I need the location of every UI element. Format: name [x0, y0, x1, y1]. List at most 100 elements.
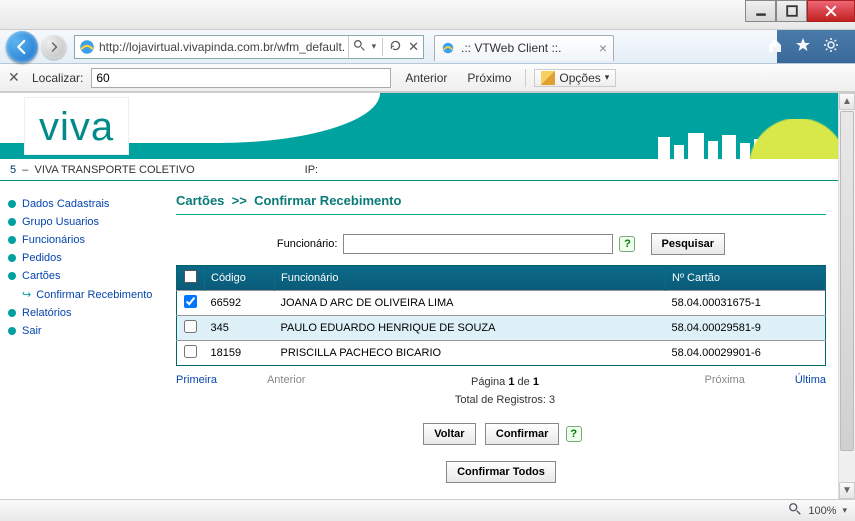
- col-select-header[interactable]: [177, 266, 205, 291]
- content-viewport: viva 5 – VIVA TRANSPORTE COLETIVO IP: Da…: [0, 92, 855, 499]
- ip-label: IP:: [305, 164, 318, 176]
- find-options-label: Opções: [559, 71, 600, 85]
- sidebar-item-sair[interactable]: Sair: [6, 322, 164, 340]
- sidebar-item-pedidos[interactable]: Pedidos: [6, 249, 164, 267]
- zoom-dropdown-icon[interactable]: ▾: [842, 505, 847, 516]
- confirmar-button[interactable]: Confirmar: [485, 423, 560, 445]
- sidebar-item-cartoes[interactable]: Cartões: [6, 267, 164, 285]
- scroll-thumb[interactable]: [840, 111, 854, 451]
- table-row: 66592JOANA D ARC DE OLIVEIRA LIMA58.04.0…: [177, 291, 826, 316]
- company-info-row: 5 – VIVA TRANSPORTE COLETIVO IP:: [0, 159, 838, 181]
- row-checkbox[interactable]: [184, 345, 197, 358]
- vertical-scrollbar[interactable]: ▲ ▼: [838, 93, 855, 499]
- breadcrumb-part1: Cartões: [176, 193, 224, 208]
- nav-forward-button[interactable]: [42, 35, 66, 59]
- find-bar: ✕ Localizar: Anterior Próximo Opções ▾: [0, 64, 855, 92]
- page-title: Cartões >> Confirmar Recebimento: [176, 193, 826, 215]
- cell-codigo: 345: [205, 316, 275, 341]
- window-minimize-button[interactable]: [745, 0, 776, 22]
- window-titlebar: [0, 0, 855, 30]
- address-bar[interactable]: ▾ ✕: [74, 35, 424, 59]
- dropdown-icon[interactable]: ▾: [372, 41, 377, 52]
- refresh-icon[interactable]: [389, 39, 402, 55]
- browser-toolbar: ▾ ✕ .:: VTWeb Client ::. ×: [0, 30, 855, 64]
- col-codigo-header: Código: [205, 266, 275, 291]
- favorites-icon[interactable]: [795, 37, 811, 56]
- find-label: Localizar:: [32, 71, 83, 85]
- zoom-icon[interactable]: [788, 502, 802, 519]
- skyline-graphic: [658, 131, 828, 159]
- sidebar-item-funcionarios[interactable]: Funcionários: [6, 231, 164, 249]
- browser-tab[interactable]: .:: VTWeb Client ::. ×: [434, 35, 614, 61]
- col-funcionario-header: Funcionário: [275, 266, 666, 291]
- scroll-up-icon[interactable]: ▲: [839, 93, 855, 110]
- scroll-down-icon[interactable]: ▼: [839, 482, 855, 499]
- cell-cartao: 58.04.00031675-1: [666, 291, 826, 316]
- page-content: Cartões >> Confirmar Recebimento Funcion…: [170, 185, 838, 499]
- logo-text: viva: [39, 105, 114, 150]
- zoom-level[interactable]: 100%: [808, 505, 836, 517]
- row-checkbox[interactable]: [184, 320, 197, 333]
- search-icon[interactable]: [353, 39, 366, 55]
- funcionario-label: Funcionário:: [277, 238, 338, 250]
- sidebar-nav: Dados Cadastrais Grupo Usuarios Funcioná…: [0, 185, 170, 499]
- find-next-button[interactable]: Próximo: [461, 69, 517, 87]
- nav-back-button[interactable]: [6, 31, 38, 63]
- breadcrumb-part2: Confirmar Recebimento: [254, 193, 401, 208]
- cell-codigo: 18159: [205, 341, 275, 366]
- action-row: Voltar Confirmar ?: [176, 423, 826, 445]
- find-close-icon[interactable]: ✕: [8, 69, 24, 86]
- sidebar-item-grupo-usuarios[interactable]: Grupo Usuarios: [6, 213, 164, 231]
- pager-last[interactable]: Última: [795, 374, 826, 386]
- url-input[interactable]: [99, 40, 348, 54]
- find-input[interactable]: [91, 68, 391, 88]
- table-row: 345PAULO EDUARDO HENRIQUE DE SOUZA58.04.…: [177, 316, 826, 341]
- pager-prev[interactable]: Anterior: [267, 374, 306, 386]
- company-id: 5: [10, 164, 16, 176]
- pager: Primeira Anterior Página 1 de 1 Total de…: [176, 374, 826, 409]
- col-cartao-header: Nº Cartão: [666, 266, 826, 291]
- command-bar: [767, 37, 849, 56]
- window-close-button[interactable]: [807, 0, 855, 22]
- cell-funcionario: PAULO EDUARDO HENRIQUE DE SOUZA: [275, 316, 666, 341]
- tab-favicon-icon: [441, 41, 455, 55]
- sidebar-item-dados-cadastrais[interactable]: Dados Cadastrais: [6, 195, 164, 213]
- ie-favicon-icon: [78, 38, 96, 56]
- window-maximize-button[interactable]: [776, 0, 807, 22]
- find-options-button[interactable]: Opções ▾: [534, 69, 616, 87]
- table-row: 18159PRISCILLA PACHECO BICARIO58.04.0002…: [177, 341, 826, 366]
- pager-next[interactable]: Próxima: [704, 374, 744, 386]
- status-bar: 100% ▾: [0, 499, 855, 521]
- results-table: Código Funcionário Nº Cartão 66592JOANA …: [176, 265, 826, 366]
- tab-close-icon[interactable]: ×: [599, 40, 607, 56]
- home-icon[interactable]: [767, 37, 783, 56]
- cell-funcionario: JOANA D ARC DE OLIVEIRA LIMA: [275, 291, 666, 316]
- cell-codigo: 66592: [205, 291, 275, 316]
- pager-total-line: Total de Registros: 3: [455, 392, 555, 410]
- help-icon-2[interactable]: ?: [566, 426, 582, 442]
- site-logo: viva: [24, 97, 129, 155]
- address-tools: ▾ ✕: [348, 36, 423, 58]
- sidebar-subitem-confirmar-recebimento[interactable]: Confirmar Recebimento: [6, 285, 164, 304]
- row-checkbox[interactable]: [184, 295, 197, 308]
- company-name: VIVA TRANSPORTE COLETIVO: [35, 164, 195, 176]
- tools-gear-icon[interactable]: [823, 37, 839, 56]
- help-icon[interactable]: ?: [619, 236, 635, 252]
- tab-strip: .:: VTWeb Client ::. ×: [434, 33, 614, 61]
- sidebar-item-relatorios[interactable]: Relatórios: [6, 304, 164, 322]
- search-row: Funcionário: ? Pesquisar: [176, 233, 826, 255]
- highlight-icon: [541, 71, 555, 85]
- cell-cartao: 58.04.00029901-6: [666, 341, 826, 366]
- pager-page-line: Página 1 de 1: [455, 374, 555, 392]
- voltar-button[interactable]: Voltar: [423, 423, 475, 445]
- stop-icon[interactable]: ✕: [408, 39, 419, 55]
- pager-first[interactable]: Primeira: [176, 374, 217, 386]
- tab-title: .:: VTWeb Client ::.: [461, 41, 561, 55]
- site-banner: viva: [0, 93, 838, 159]
- pesquisar-button[interactable]: Pesquisar: [651, 233, 726, 255]
- cell-cartao: 58.04.00029581-9: [666, 316, 826, 341]
- cell-funcionario: PRISCILLA PACHECO BICARIO: [275, 341, 666, 366]
- find-prev-button[interactable]: Anterior: [399, 69, 453, 87]
- funcionario-input[interactable]: [343, 234, 613, 254]
- confirmar-todos-button[interactable]: Confirmar Todos: [446, 461, 556, 483]
